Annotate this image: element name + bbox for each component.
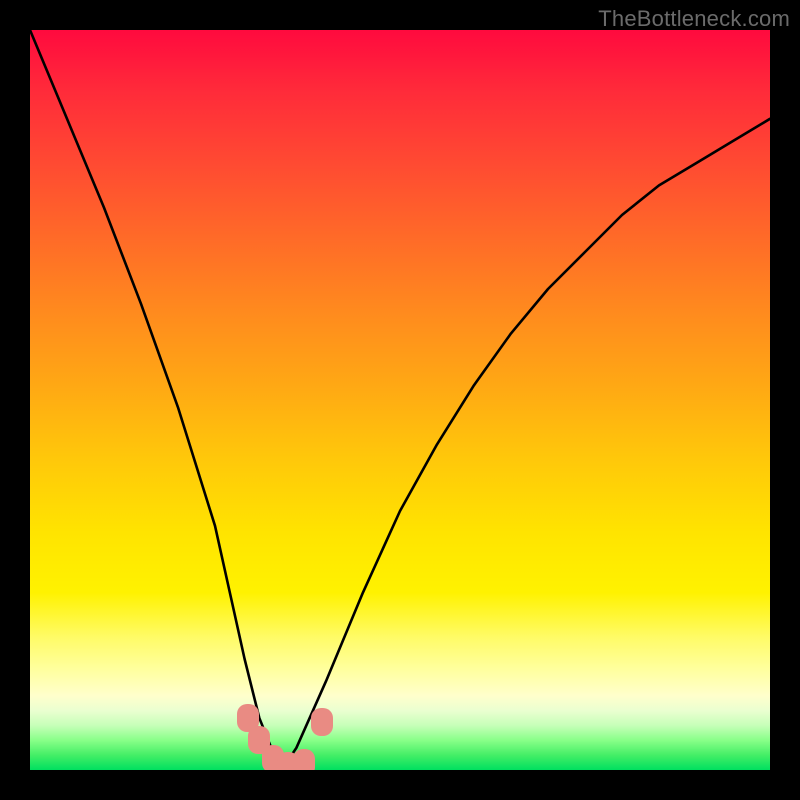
curve-marker (311, 708, 333, 736)
plot-area (30, 30, 770, 770)
chart-frame: TheBottleneck.com (0, 0, 800, 800)
watermark-text: TheBottleneck.com (598, 6, 790, 32)
marker-layer (30, 30, 770, 770)
curve-marker (293, 749, 315, 770)
